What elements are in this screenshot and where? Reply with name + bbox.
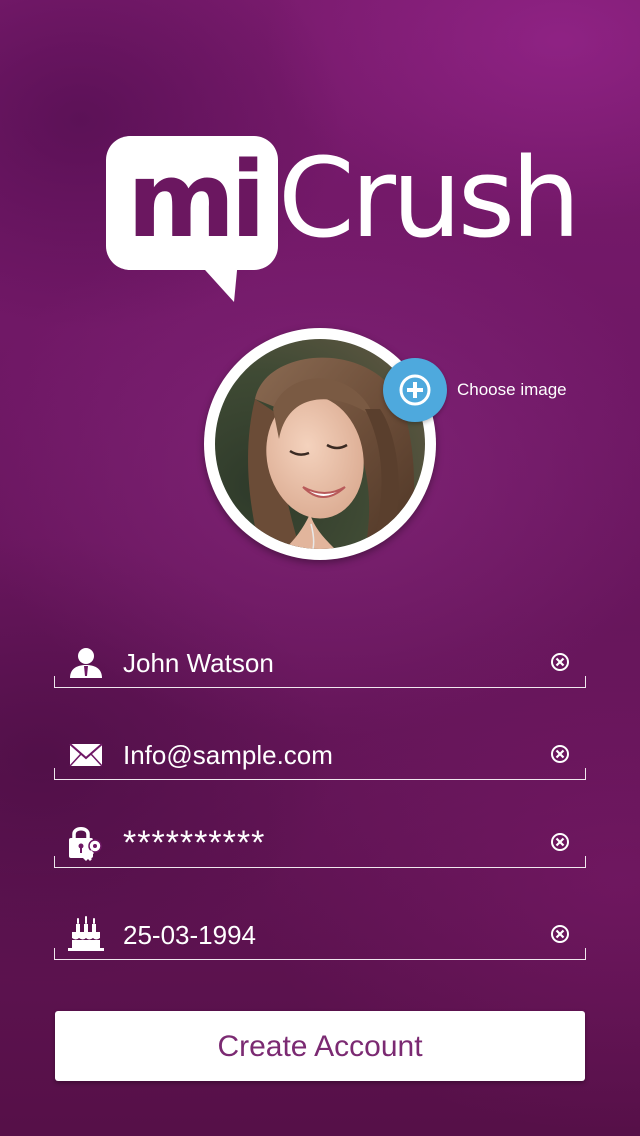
choose-image-label[interactable]: Choose image xyxy=(457,380,567,400)
email-field[interactable]: Info@sample.com xyxy=(54,736,586,780)
plus-circle-icon xyxy=(399,374,431,406)
name-input[interactable]: John Watson xyxy=(123,648,274,678)
clear-circle-x-icon[interactable] xyxy=(550,652,570,672)
create-account-button[interactable]: Create Account xyxy=(55,1011,585,1081)
logo-crush-text: Crush xyxy=(278,134,581,262)
choose-image-button[interactable] xyxy=(383,358,447,422)
birthday-input[interactable]: 25-03-1994 xyxy=(123,920,256,950)
user-icon xyxy=(70,648,102,678)
birthday-cake-icon xyxy=(68,916,104,951)
clear-circle-x-icon[interactable] xyxy=(550,924,570,944)
envelope-icon xyxy=(69,743,103,767)
name-field[interactable]: John Watson xyxy=(54,644,586,688)
clear-circle-x-icon[interactable] xyxy=(550,832,570,852)
email-input[interactable]: Info@sample.com xyxy=(123,740,333,770)
logo-mi-text: mi xyxy=(126,139,266,261)
app-logo: mi Crush xyxy=(106,136,586,306)
clear-circle-x-icon[interactable] xyxy=(550,744,570,764)
password-input[interactable]: ********** xyxy=(123,826,265,860)
password-field[interactable]: ********** xyxy=(54,824,586,868)
birthday-field[interactable]: 25-03-1994 xyxy=(54,916,586,960)
lock-key-icon xyxy=(69,827,102,861)
